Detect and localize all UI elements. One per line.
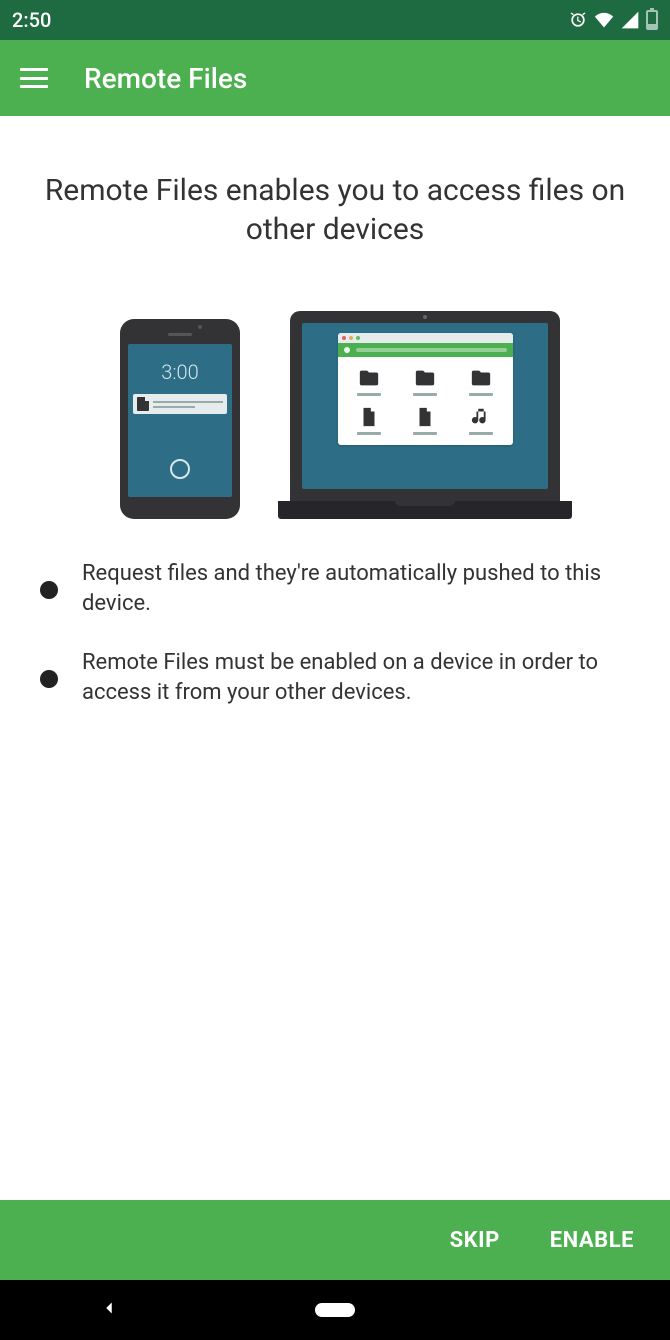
app-bar: Remote Files [0,40,670,116]
illustration-phone-time: 3:00 [128,360,232,384]
illustration-phone: 3:00 [120,319,240,519]
status-time: 2:50 [12,8,51,32]
signal-icon [620,10,640,30]
battery-icon [646,10,658,30]
menu-icon[interactable] [20,68,48,88]
page-headline: Remote Files enables you to access files… [40,171,630,249]
status-bar: 2:50 [0,0,670,40]
list-item: Remote Files must be enabled on a device… [40,648,630,707]
enable-button[interactable]: ENABLE [550,1228,634,1253]
music-icon [460,406,502,435]
file-icon [348,406,390,435]
folder-icon [404,367,446,396]
bullet-list: Request files and they're automatically … [40,559,630,708]
file-icon [404,406,446,435]
folder-icon [348,367,390,396]
folder-icon [460,367,502,396]
status-icons [568,10,658,30]
app-bar-title: Remote Files [84,62,247,95]
bullet-text: Request files and they're automatically … [82,559,630,618]
bullet-text: Remote Files must be enabled on a device… [82,648,630,707]
wifi-icon [594,10,614,30]
android-nav-bar [0,1280,670,1340]
skip-button[interactable]: SKIP [450,1228,500,1253]
list-item: Request files and they're automatically … [40,559,630,618]
bullet-dot-icon [40,581,58,599]
illustration: 3:00 [110,304,560,519]
alarm-icon [568,10,588,30]
content-area: Remote Files enables you to access files… [0,116,670,1200]
bottom-action-bar: SKIP ENABLE [0,1200,670,1280]
nav-back-button[interactable] [98,1297,120,1323]
nav-home-button[interactable] [315,1303,355,1317]
bullet-dot-icon [40,670,58,688]
illustration-laptop [290,311,560,519]
